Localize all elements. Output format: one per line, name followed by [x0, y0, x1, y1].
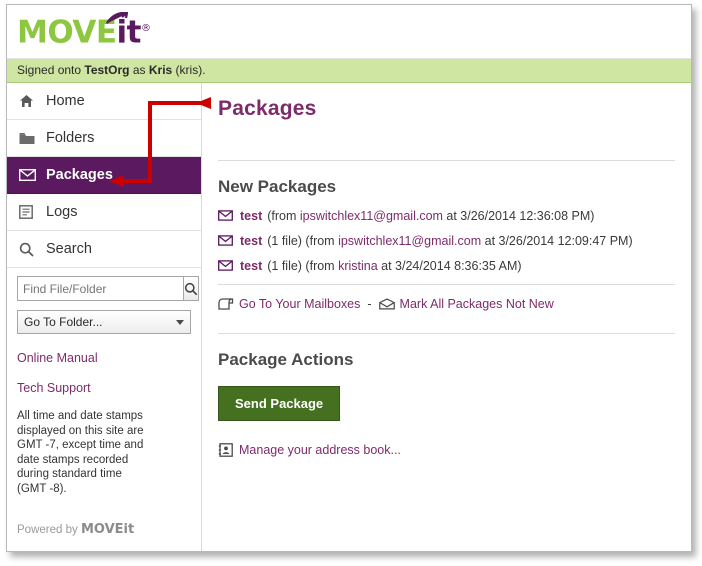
- go-to-folder-select[interactable]: Go To Folder...: [17, 310, 191, 334]
- powered-by-move: MOVE: [80, 522, 124, 537]
- powered-by-prefix: Powered by: [17, 524, 81, 536]
- envelope-icon: [218, 235, 240, 249]
- package-meta-post: at 3/26/2014 12:36:08 PM): [442, 209, 595, 223]
- package-actions-heading: Package Actions: [218, 350, 354, 369]
- signed-on-suffix: (kris).: [172, 63, 206, 77]
- signed-on-banner: Signed onto TestOrg as Kris (kris).: [7, 59, 691, 83]
- send-package-button[interactable]: Send Package: [218, 386, 341, 421]
- package-list-item[interactable]: test (1 file) (from ipswitchlex11@gmail.…: [218, 234, 675, 248]
- logo-registered-mark: ®: [141, 23, 151, 34]
- sidebar-item-search-label: Search: [46, 241, 92, 257]
- package-list-item[interactable]: test (1 file) (from kristina at 3/24/201…: [218, 259, 675, 273]
- sidebar-item-logs[interactable]: Logs: [7, 194, 201, 231]
- log-icon: [19, 205, 41, 219]
- sidebar-item-home-label: Home: [46, 93, 85, 109]
- logo-swoosh-icon: [106, 12, 128, 24]
- search-box: [17, 276, 199, 301]
- package-list-item[interactable]: test (from ipswitchlex11@gmail.com at 3/…: [218, 209, 675, 223]
- envelope-icon: [19, 169, 41, 181]
- moveit-logo: MOVEit®: [17, 11, 151, 50]
- package-sender-link[interactable]: kristina: [338, 259, 378, 273]
- divider-above-package-links: Go To Your Mailboxes - Mark All Packages…: [218, 284, 675, 311]
- package-links-row: Go To Your Mailboxes - Mark All Packages…: [218, 297, 675, 311]
- sidebar-item-search[interactable]: Search: [7, 231, 201, 268]
- package-meta-pre: (1 file) (from: [267, 259, 339, 273]
- home-icon: [19, 94, 41, 108]
- package-subject-link[interactable]: test: [240, 234, 262, 248]
- sidebar-item-home[interactable]: Home: [7, 83, 201, 120]
- go-to-folder-selected: Go To Folder...: [24, 315, 103, 329]
- open-envelope-icon: [378, 298, 400, 310]
- package-meta-post: at 3/24/2014 8:36:35 AM): [377, 259, 522, 273]
- timezone-note: All time and date stamps displayed on th…: [17, 410, 144, 495]
- search-input[interactable]: [17, 276, 183, 301]
- link-separator: -: [367, 297, 372, 311]
- address-book-icon: [218, 443, 239, 457]
- divider-below-title: [218, 160, 675, 161]
- page-title: Packages: [218, 97, 317, 120]
- address-book-row: Manage your address book...: [218, 443, 675, 457]
- logo-bar: MOVEit®: [7, 5, 691, 59]
- new-packages-heading: New Packages: [218, 177, 337, 196]
- sidebar-item-folders-label: Folders: [46, 130, 95, 146]
- go-to-mailboxes-link[interactable]: Go To Your Mailboxes: [239, 297, 360, 311]
- content-split: Home Folders Packages Logs Search Find F…: [7, 83, 691, 551]
- browser-window: MOVEit® Signed onto TestOrg as Kris (kri…: [6, 4, 692, 552]
- main-content: Packages New Packages test (from ipswitc…: [202, 83, 691, 551]
- mailbox-icon: [218, 298, 239, 310]
- powered-by-moveit: Powered by MOVEit: [17, 522, 134, 537]
- envelope-icon: [218, 210, 240, 224]
- sidebar-links: Online Manual Tech Support: [7, 351, 201, 395]
- signed-on-middle: as: [129, 63, 149, 77]
- screenshot-root: MOVEit® Signed onto TestOrg as Kris (kri…: [0, 0, 702, 566]
- mark-all-not-new-link[interactable]: Mark All Packages Not New: [400, 297, 554, 311]
- manage-address-book-link[interactable]: Manage your address book...: [239, 443, 401, 457]
- package-meta: (1 file) (from ipswitchlex11@gmail.com a…: [267, 234, 632, 248]
- logo-move-text: MOVE: [17, 14, 117, 51]
- sidebar: Home Folders Packages Logs Search Find F…: [7, 83, 202, 551]
- package-subject-link[interactable]: test: [240, 259, 262, 273]
- sidebar-link-online-manual[interactable]: Online Manual: [17, 351, 201, 365]
- sidebar-item-logs-label: Logs: [46, 204, 78, 220]
- divider-above-package-actions: [218, 333, 675, 334]
- signed-on-user: Kris: [148, 63, 173, 77]
- sidebar-item-folders[interactable]: Folders: [7, 120, 201, 157]
- package-meta-pre: (1 file) (from: [267, 234, 339, 248]
- package-subject-link[interactable]: test: [240, 209, 262, 223]
- signed-on-prefix: Signed onto: [17, 63, 85, 77]
- signed-on-org: TestOrg: [84, 63, 130, 77]
- search-icon: [19, 242, 41, 257]
- package-meta-pre: (from: [267, 209, 300, 223]
- envelope-icon: [218, 260, 240, 274]
- search-icon: [184, 282, 198, 295]
- package-sender-link[interactable]: ipswitchlex11@gmail.com: [300, 209, 443, 223]
- package-meta: (from ipswitchlex11@gmail.com at 3/26/20…: [267, 209, 594, 223]
- sidebar-item-packages[interactable]: Packages: [7, 157, 201, 194]
- package-meta-post: at 3/26/2014 12:09:47 PM): [481, 234, 633, 248]
- search-submit-button[interactable]: [183, 276, 199, 301]
- sidebar-item-packages-label: Packages: [46, 167, 113, 183]
- chevron-down-icon: [176, 320, 184, 325]
- folder-icon: [19, 132, 41, 145]
- powered-by-it: it: [123, 522, 135, 537]
- package-meta: (1 file) (from kristina at 3/24/2014 8:3…: [267, 259, 521, 273]
- sidebar-link-tech-support[interactable]: Tech Support: [17, 381, 201, 395]
- package-sender-link[interactable]: ipswitchlex11@gmail.com: [338, 234, 481, 248]
